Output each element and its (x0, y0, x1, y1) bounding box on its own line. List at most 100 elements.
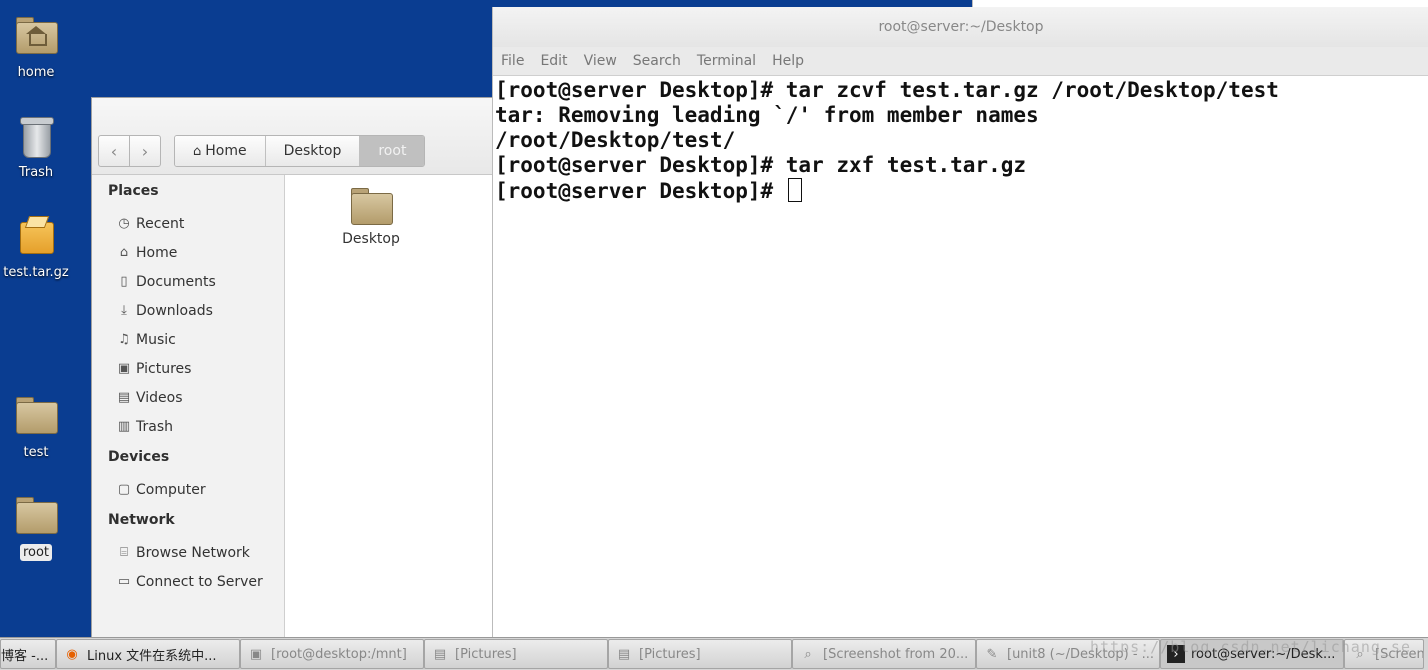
taskbar-item[interactable]: ◉ Linux 文件在系统中... (56, 639, 240, 669)
taskbar-item-label: [Screen (1375, 646, 1424, 662)
taskbar-item[interactable]: ▤ [Pictures] (424, 639, 608, 669)
menu-search[interactable]: Search (633, 53, 681, 69)
sidebar-item-trash[interactable]: ▥ Trash (92, 412, 284, 441)
taskbar-item-label: Linux 文件在系统中... (87, 648, 217, 664)
trash-icon: ▥ (117, 419, 131, 434)
sidebar-item-connect-server[interactable]: ▭ Connect to Server (92, 567, 284, 596)
taskbar-item-label: root@server:~/Desk... (1191, 646, 1336, 662)
network-icon: ⌸ (120, 545, 128, 560)
back-button[interactable]: ‹ (99, 136, 129, 166)
sidebar-item-label: Connect to Server (136, 573, 263, 590)
server-icon: ▭ (117, 574, 131, 589)
terminal-line: /root/Desktop/test/ (495, 128, 736, 152)
download-icon: ⤓ (121, 303, 127, 318)
sidebar-item-label: Downloads (136, 302, 213, 319)
breadcrumb: ⌂ Home Desktop root (174, 135, 426, 167)
desktop-icon-root[interactable]: root (0, 494, 72, 561)
terminal-line: [root@server Desktop]# tar zxf test.tar.… (495, 153, 1027, 177)
file-manager-icon: ▤ (433, 646, 447, 662)
terminal-output[interactable]: [root@server Desktop]# tar zcvf test.tar… (493, 76, 1428, 204)
music-icon: ♫ (118, 332, 130, 347)
taskbar-item-active[interactable]: › root@server:~/Desk... (1160, 639, 1344, 669)
desktop-icon-label: test.tar.gz (3, 265, 69, 280)
terminal-prompt-line: [root@server Desktop]# (495, 178, 1428, 204)
taskbar-item[interactable]: 博客 -... (0, 639, 56, 669)
archive-icon (13, 214, 59, 260)
menu-view[interactable]: View (584, 53, 617, 69)
taskbar-item[interactable]: ✎ [unit8 (~/Desktop) - ... (976, 639, 1160, 669)
sidebar-item-label: Trash (136, 418, 173, 435)
folder-icon (348, 185, 394, 227)
camera-icon: ▣ (117, 361, 131, 376)
sidebar-item-label: Music (136, 331, 176, 348)
file-manager-icon: ▤ (617, 646, 631, 662)
menu-edit[interactable]: Edit (540, 53, 567, 69)
menu-help[interactable]: Help (772, 53, 804, 69)
terminal-line: [root@server Desktop]# tar zcvf test.tar… (495, 78, 1279, 102)
desktop-icon-label: root (19, 544, 53, 561)
crumb-root[interactable]: root (359, 136, 425, 166)
sidebar-item-recent[interactable]: ◷ Recent (92, 209, 284, 238)
terminal-window: root@server:~/Desktop File Edit View Sea… (492, 7, 1428, 637)
menu-terminal[interactable]: Terminal (697, 53, 756, 69)
trash-icon (13, 114, 59, 160)
sidebar: Places ◷ Recent ⌂ Home ▯ Documents ⤓ Downloa… (92, 175, 285, 638)
image-viewer-icon: ⌕ (1356, 646, 1364, 662)
home-icon: ⌂ (119, 245, 129, 260)
sidebar-item-browse-network[interactable]: ⌸ Browse Network (92, 538, 284, 567)
crumb-home[interactable]: ⌂ Home (175, 136, 265, 166)
document-icon: ▯ (120, 274, 128, 289)
sidebar-item-pictures[interactable]: ▣ Pictures (92, 354, 284, 383)
clock-icon: ◷ (118, 216, 130, 231)
devices-heading: Devices (108, 449, 170, 465)
places-heading: Places (108, 183, 159, 199)
taskbar-item-label: [unit8 (~/Desktop) - ... (1007, 646, 1155, 662)
taskbar-item-label: [root@desktop:/mnt] (271, 646, 407, 662)
taskbar-item[interactable]: ▣ [root@desktop:/mnt] (240, 639, 424, 669)
image-viewer-icon: ⌕ (804, 646, 812, 662)
text-cursor (787, 178, 802, 202)
sidebar-item-computer[interactable]: ▢ Computer (92, 475, 284, 504)
nav-buttons: ‹ › (98, 135, 161, 167)
sidebar-item-music[interactable]: ♫ Music (92, 325, 284, 354)
chevron-right-icon: › (141, 141, 149, 161)
window-title: root@server:~/Desktop (493, 7, 1428, 47)
sidebar-item-home[interactable]: ⌂ Home (92, 238, 284, 267)
forward-button[interactable]: › (129, 136, 160, 166)
taskbar-item[interactable]: ⌕ [Screenshot from 20... (792, 639, 976, 669)
computer-icon: ▢ (117, 482, 131, 497)
menu-file[interactable]: File (501, 53, 524, 69)
film-icon: ▤ (117, 390, 131, 405)
desktop-icon-label: test (23, 445, 49, 460)
file-manager-window: ‹ › ⌂ Home Desktop root Places ◷ Recent ⌂ H… (91, 97, 513, 639)
home-icon: ⌂ (193, 143, 202, 159)
crumb-label: root (378, 143, 407, 159)
sidebar-item-documents[interactable]: ▯ Documents (92, 267, 284, 296)
desktop-icon-archive[interactable]: test.tar.gz (0, 214, 72, 281)
file-view: Desktop (285, 175, 512, 638)
taskbar: 博客 -... ◉ Linux 文件在系统中... ▣ [root@desktop:… (0, 637, 1428, 670)
sidebar-item-label: Browse Network (136, 544, 250, 561)
sidebar-item-videos[interactable]: ▤ Videos (92, 383, 284, 412)
desktop-icon-label: home (17, 65, 55, 80)
desktop-icon-trash[interactable]: Trash (0, 114, 72, 181)
taskbar-item[interactable]: ▤ [Pictures] (608, 639, 792, 669)
taskbar-item[interactable]: ⌕ [Screen (1344, 639, 1424, 669)
crumb-desktop[interactable]: Desktop (264, 136, 360, 166)
sidebar-item-label: Pictures (136, 360, 192, 377)
desktop-icon-home[interactable]: home (0, 14, 72, 81)
terminal-line: [root@server Desktop]# (495, 179, 786, 203)
sidebar-item-label: Computer (136, 481, 206, 498)
folder-icon (13, 494, 59, 540)
folder-icon (13, 394, 59, 440)
desktop-icon-test[interactable]: test (0, 394, 72, 461)
sidebar-item-label: Home (136, 244, 178, 261)
file-item-desktop[interactable]: Desktop (331, 185, 411, 247)
crumb-label: Home (205, 143, 247, 159)
desktop-icon-label: Trash (18, 165, 54, 180)
crumb-label: Desktop (283, 143, 342, 159)
network-heading: Network (108, 512, 175, 528)
text-editor-icon: ✎ (986, 646, 998, 662)
sidebar-item-downloads[interactable]: ⤓ Downloads (92, 296, 284, 325)
firefox-icon: ◉ (66, 646, 78, 662)
